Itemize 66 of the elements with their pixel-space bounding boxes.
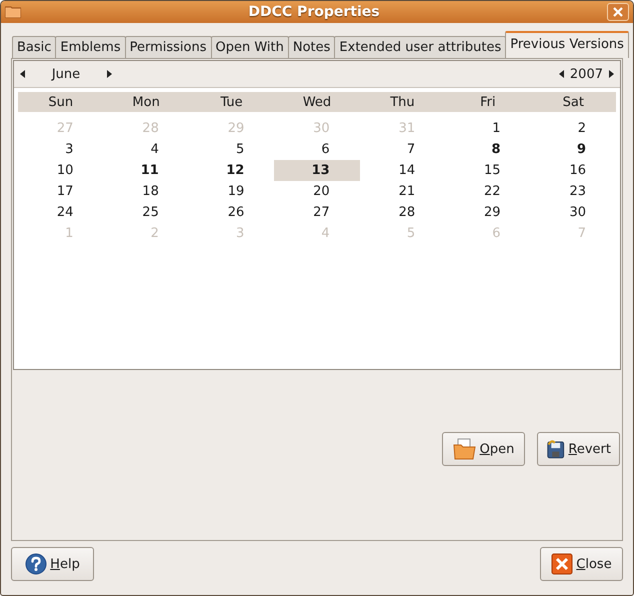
tab[interactable]: Emblems [55, 36, 126, 58]
tab[interactable]: Previous Versions [505, 31, 629, 58]
folder-icon [5, 6, 21, 18]
calendar-day[interactable]: 22 [445, 181, 531, 202]
calendar-day[interactable]: 9 [530, 139, 616, 160]
close-button[interactable]: Close [540, 547, 623, 581]
year-label: 2007 [568, 66, 604, 82]
calendar-day[interactable]: 24 [18, 202, 104, 223]
open-button[interactable]: Open [442, 432, 525, 466]
left-triangle-icon [558, 70, 564, 78]
help-icon [25, 553, 48, 575]
right-triangle-icon [107, 70, 112, 78]
next-month-button[interactable] [105, 70, 114, 78]
help-button[interactable]: Help [11, 547, 94, 581]
window-title: DDCC Properties [247, 4, 381, 20]
calendar-day[interactable]: 10 [18, 160, 104, 181]
calendar-day[interactable]: 13 [274, 160, 360, 181]
weekday-label: Thu [389, 94, 416, 110]
calendar-day[interactable]: 30 [530, 202, 616, 223]
calendar-day[interactable]: 15 [445, 160, 531, 181]
calendar-day[interactable]: 8 [445, 139, 531, 160]
calendar-day[interactable]: 7 [360, 139, 446, 160]
floppy-disk-icon [546, 438, 566, 460]
close-button[interactable] [607, 3, 629, 21]
calendar-day[interactable]: 28 [360, 202, 446, 223]
calendar-day[interactable]: 4 [103, 139, 189, 160]
calendar-day[interactable]: 23 [530, 181, 616, 202]
calendar-day[interactable]: 14 [360, 160, 446, 181]
close-icon [551, 553, 574, 575]
calendar-day[interactable]: 27 [274, 202, 360, 223]
tab[interactable]: Extended user attributes [334, 36, 506, 58]
folder-icon [452, 438, 477, 460]
weekday-label: Sat [562, 94, 585, 110]
tab[interactable]: Notes [288, 36, 336, 58]
next-year-button[interactable] [607, 70, 616, 78]
calendar-day[interactable]: 20 [274, 181, 360, 202]
calendar-day[interactable]: 17 [18, 181, 104, 202]
left-triangle-icon [20, 70, 25, 78]
calendar-day[interactable]: 29 [445, 202, 531, 223]
calendar-day[interactable]: 6 [274, 139, 360, 160]
weekday-label: Fri [479, 94, 497, 110]
calendar-day[interactable]: 11 [103, 160, 189, 181]
right-triangle-icon [609, 70, 614, 78]
tab[interactable]: Open With [210, 36, 289, 58]
tab[interactable]: Basic [12, 36, 56, 58]
calendar-day[interactable]: 12 [188, 160, 274, 181]
calendar-day[interactable]: 21 [360, 181, 446, 202]
weekday-label: Mon [131, 94, 161, 110]
month-label: June [50, 66, 82, 82]
calendar-day[interactable]: 5 [188, 139, 274, 160]
calendar-day[interactable]: 25 [103, 202, 189, 223]
calendar-day[interactable]: 16 [530, 160, 616, 181]
calendar-day[interactable]: 1 [445, 118, 531, 139]
weekday-label: Tue [219, 94, 244, 110]
revert-button[interactable]: Revert [537, 432, 620, 466]
weekday-label: Sun [47, 94, 74, 110]
calendar-day[interactable]: 18 [103, 181, 189, 202]
calendar-day[interactable]: 3 [18, 139, 104, 160]
tab[interactable]: Permissions [124, 36, 212, 58]
calendar-day[interactable]: 2 [530, 118, 616, 139]
close-icon [613, 7, 623, 17]
weekday-label: Wed [302, 94, 332, 110]
calendar-day[interactable]: 26 [188, 202, 274, 223]
calendar-day[interactable]: 19 [188, 181, 274, 202]
previous-month-button[interactable] [18, 70, 27, 78]
previous-year-button[interactable] [556, 70, 566, 78]
